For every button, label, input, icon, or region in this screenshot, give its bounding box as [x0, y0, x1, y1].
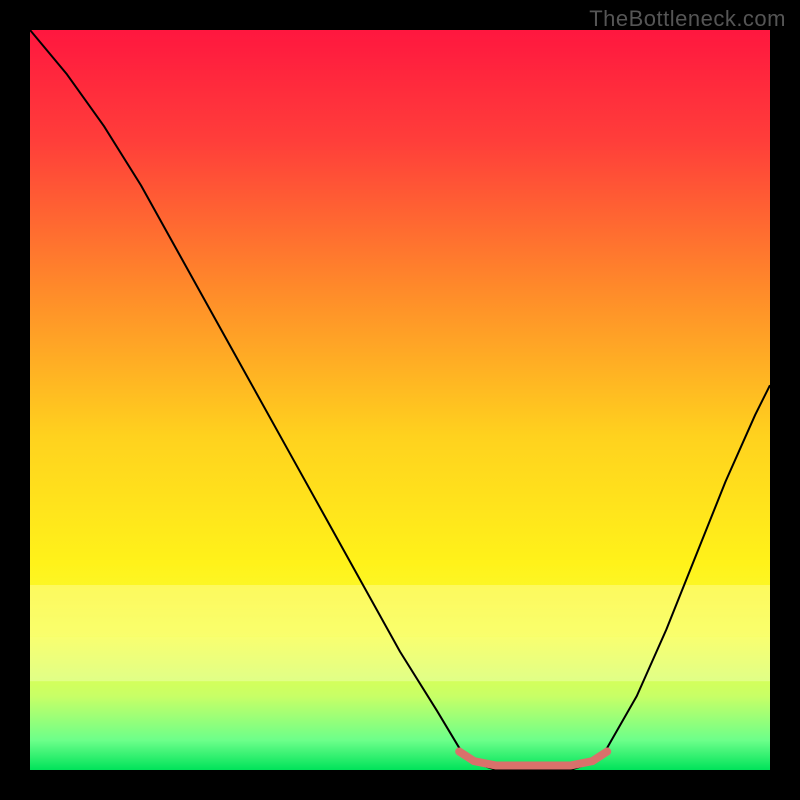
plot-area	[30, 30, 770, 770]
highlight-band	[30, 637, 770, 681]
bottleneck-chart	[30, 30, 770, 770]
chart-frame: TheBottleneck.com	[0, 0, 800, 800]
highlight-band	[30, 585, 770, 637]
watermark-text: TheBottleneck.com	[589, 6, 786, 32]
highlight-bands	[30, 585, 770, 681]
